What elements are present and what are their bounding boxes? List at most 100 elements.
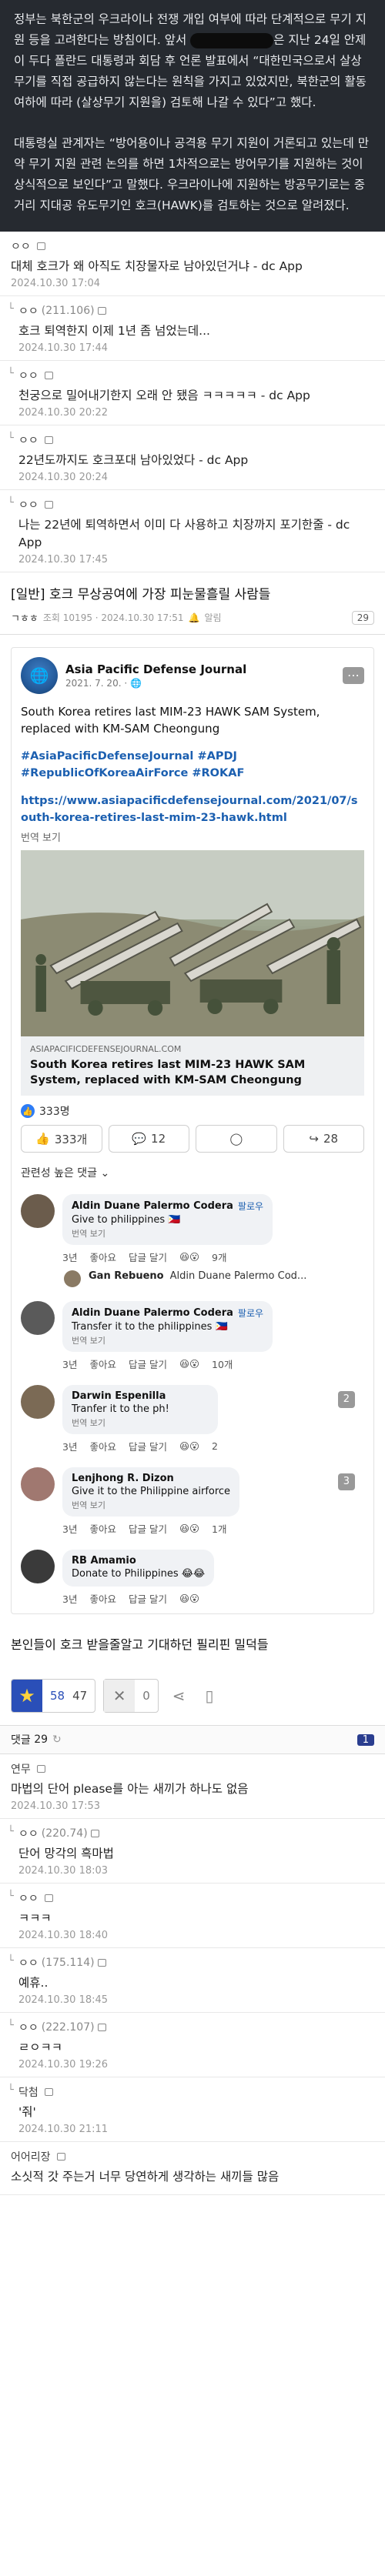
avatar[interactable] bbox=[21, 1301, 55, 1335]
comment-date: 2024.10.30 21:11 bbox=[18, 2124, 109, 2135]
comment-reply-button[interactable]: 답글 달기 bbox=[129, 1356, 167, 1371]
bookmark-icon[interactable]: ▯ bbox=[206, 1687, 214, 1705]
avatar[interactable] bbox=[64, 1270, 81, 1287]
reaction-emoji-icon: 😆😮 bbox=[179, 1593, 200, 1604]
reply-count-badge[interactable]: 2 bbox=[337, 1391, 355, 1408]
comment-reply-button[interactable]: 답글 달기 bbox=[129, 1250, 167, 1264]
commenter-name[interactable]: Aldin Duane Palermo Codera bbox=[72, 1307, 233, 1319]
post-caption: 본인들이 호크 받을줄알고 기대하던 필리핀 밀덕들 bbox=[11, 1637, 269, 1652]
commenter-name[interactable]: Darwin Espenilla bbox=[72, 1390, 166, 1402]
comment-nick[interactable]: ㅇㅇ bbox=[18, 1955, 38, 1970]
comment-count: 12 bbox=[151, 1132, 166, 1146]
redaction-bar bbox=[190, 32, 274, 48]
avatar[interactable] bbox=[21, 1194, 55, 1228]
comment-nick[interactable]: 어어리장 bbox=[11, 2149, 51, 2164]
comment-nick[interactable]: ㅇㅇ bbox=[18, 368, 38, 383]
comment-nick[interactable]: ㅇㅇ bbox=[18, 303, 38, 319]
comment-nick[interactable]: ㅇㅇ bbox=[18, 2020, 38, 2035]
reply-comment: └ ㅇㅇ ㅋㅋㅋ 2024.10.30 18:40 bbox=[0, 1884, 385, 1948]
comment-page-button[interactable]: 1 bbox=[357, 1733, 374, 1746]
like-count: 333개 bbox=[54, 1132, 88, 1146]
fb-action-bar: 👍 333개 💬 12 ◯ ↪ 28 bbox=[21, 1125, 364, 1153]
link-title: South Korea retires last MIM-23 HAWK SAM… bbox=[30, 1059, 306, 1086]
comment-nick[interactable]: ㅇㅇ bbox=[18, 1890, 38, 1906]
refresh-icon[interactable]: ↻ bbox=[52, 1733, 62, 1746]
commenter-name[interactable]: Gan Rebueno bbox=[89, 1270, 164, 1282]
comment-reply-button[interactable]: 답글 달기 bbox=[129, 1521, 167, 1536]
post-author[interactable]: ㄱㅎㅎ bbox=[11, 610, 38, 625]
comment-reply-button[interactable]: 답글 달기 bbox=[129, 1591, 167, 1606]
comment-sort-dropdown[interactable]: 관련성 높은 댓글 ⌄ bbox=[21, 1165, 364, 1180]
user-badge-icon bbox=[44, 2088, 53, 2096]
comment-reaction-count: 1개 bbox=[212, 1523, 227, 1535]
comment-nick[interactable]: 연무 bbox=[11, 1761, 31, 1777]
fb-comment: Darwin Espenilla Tranfer it to the ph! 번역 … bbox=[21, 1385, 364, 1453]
comment-nick[interactable]: ㅇㅇ bbox=[18, 497, 38, 512]
comment-nick[interactable]: ㅇㅇ bbox=[11, 239, 31, 254]
commenter-name[interactable]: Aldin Duane Palermo Codera bbox=[72, 1200, 233, 1212]
missile-photo[interactable] bbox=[21, 850, 364, 1036]
reply-arrow-icon: └ bbox=[8, 1826, 14, 1837]
comment-like-button[interactable]: 좋아요 bbox=[89, 1356, 116, 1371]
post-title[interactable]: [일반] 호크 무상공여에 가장 피눈물흘릴 사람들 bbox=[0, 572, 385, 606]
comment-date: 2024.10.30 19:26 bbox=[18, 2059, 109, 2070]
comment-count-badge[interactable]: 29 bbox=[351, 610, 374, 625]
reply-count-badge[interactable]: 3 bbox=[337, 1473, 355, 1490]
user-badge-icon bbox=[36, 242, 45, 250]
comment-text: '줘' bbox=[18, 2105, 36, 2119]
comment-text: ㅋㅋㅋ bbox=[18, 1911, 52, 1925]
translate-link[interactable]: 번역 보기 bbox=[72, 1416, 209, 1429]
fb-comment-text: Give it to the Philippine airforce bbox=[72, 1486, 231, 1497]
user-badge-icon bbox=[36, 1765, 45, 1773]
follow-link[interactable]: 팔로우 bbox=[238, 1306, 263, 1320]
upvote-button[interactable]: ★ 58 47 bbox=[11, 1679, 96, 1713]
comment-like-button[interactable]: 좋아요 bbox=[89, 1591, 116, 1606]
star-icon: ★ bbox=[12, 1680, 42, 1712]
comment-text: 대체 호크가 왜 아직도 치장물자로 남아있던거냐 - dc App bbox=[11, 259, 303, 273]
bell-icon[interactable]: 🔔 bbox=[189, 612, 200, 623]
comment-reply-button[interactable]: 답글 달기 bbox=[129, 1439, 167, 1453]
comment-text: 22년도까지도 호크포대 남아있었다 - dc App bbox=[18, 453, 249, 467]
translate-link[interactable]: 번역 보기 bbox=[72, 1334, 263, 1346]
share-icon[interactable]: ⋖ bbox=[172, 1687, 186, 1705]
comment-like-button[interactable]: 좋아요 bbox=[89, 1521, 116, 1536]
article-link[interactable]: https://www.asiapacificdefensejournal.co… bbox=[21, 792, 364, 826]
comment-like-button[interactable]: 좋아요 bbox=[89, 1250, 116, 1264]
comment-nick[interactable]: ㅇㅇ bbox=[18, 432, 38, 448]
page-avatar[interactable]: 🌐 bbox=[21, 657, 58, 694]
avatar[interactable] bbox=[21, 1385, 55, 1419]
reaction-emoji-icon: 😆😮 bbox=[179, 1358, 200, 1370]
comment-text: 천궁으로 밀어내기한지 오래 안 됐음 ㅋㅋㅋㅋㅋ - dc App bbox=[18, 389, 310, 402]
user-badge-icon bbox=[44, 372, 53, 379]
comment-date: 2024.10.30 20:24 bbox=[18, 472, 109, 483]
translate-link[interactable]: 번역 보기 bbox=[72, 1499, 230, 1511]
avatar[interactable] bbox=[21, 1550, 55, 1583]
fb-comment-text: Transfer it to the philippines 🇵🇭 bbox=[72, 1321, 228, 1333]
avatar[interactable] bbox=[21, 1467, 55, 1501]
thumbs-up-icon: 👍 bbox=[35, 1132, 50, 1146]
translate-link[interactable]: 번역 보기 bbox=[72, 1227, 263, 1240]
more-options-icon[interactable]: ⋯ bbox=[343, 667, 364, 684]
hashtags[interactable]: #AsiaPacificDefenseJournal #APDJ #Republ… bbox=[21, 748, 364, 782]
comment-header-count: 29 bbox=[34, 1733, 49, 1746]
comment-nick[interactable]: 닥첨 bbox=[18, 2084, 38, 2100]
link-preview-card[interactable]: ASIAPACIFICDEFENSEJOURNAL.COM South Kore… bbox=[21, 1036, 364, 1096]
follow-link[interactable]: 팔로우 bbox=[238, 1200, 263, 1213]
page-name[interactable]: Asia Pacific Defense Journal bbox=[65, 662, 246, 676]
share-arrow-icon: ↪ bbox=[309, 1132, 319, 1146]
translate-link[interactable]: 번역 보기 bbox=[21, 829, 364, 844]
whatsapp-button[interactable]: ◯ bbox=[196, 1125, 277, 1153]
share-button[interactable]: ↪ 28 bbox=[283, 1125, 364, 1153]
reply-arrow-icon: └ bbox=[8, 303, 14, 315]
comment-nick[interactable]: ㅇㅇ bbox=[18, 1826, 38, 1841]
comment-button[interactable]: 💬 12 bbox=[108, 1125, 189, 1153]
comment-like-button[interactable]: 좋아요 bbox=[89, 1439, 116, 1453]
commenter-name[interactable]: Lenjhong R. Dizon bbox=[72, 1473, 174, 1484]
like-button[interactable]: 👍 333개 bbox=[21, 1125, 102, 1153]
user-badge-icon bbox=[97, 2024, 106, 2031]
comment-date: 2024.10.30 18:03 bbox=[18, 1865, 109, 1877]
commenter-name[interactable]: RB Amamio bbox=[72, 1555, 136, 1567]
downvote-button[interactable]: ✕ 0 bbox=[103, 1679, 159, 1713]
user-badge-icon bbox=[90, 1830, 99, 1837]
reaction-summary[interactable]: 👍 333명 bbox=[21, 1103, 364, 1119]
